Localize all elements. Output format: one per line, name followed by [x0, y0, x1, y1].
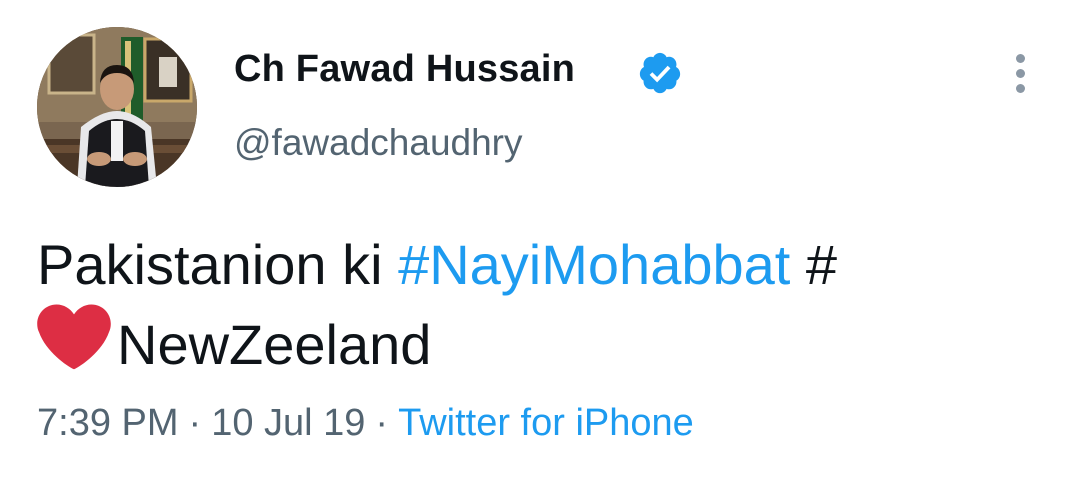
- tweet-text-segment: Pakistanion ki: [37, 233, 399, 296]
- more-dot: [1015, 69, 1025, 78]
- hashtag-link[interactable]: #NayiMohabbat: [398, 233, 790, 296]
- tweet-text-line-1: Pakistanion ki #NayiMohabbat #: [37, 226, 1037, 304]
- avatar[interactable]: [37, 27, 197, 187]
- red-heart-icon: [37, 304, 111, 370]
- more-dot: [1015, 54, 1025, 63]
- verified-badge-icon: [639, 52, 681, 94]
- tweet-date[interactable]: 10 Jul 19: [211, 402, 365, 444]
- tweet-text: Pakistanion ki #NayiMohabbat # NewZeelan…: [37, 226, 1037, 384]
- meta-separator: ·: [188, 402, 202, 444]
- tweet-text-segment: #: [790, 233, 838, 296]
- tweet-source[interactable]: Twitter for iPhone: [398, 402, 694, 444]
- more-dot: [1015, 84, 1025, 93]
- tweet-card: Ch Fawad Hussain @fawadchaudhry Pakistan…: [0, 0, 1080, 485]
- tweet-text-segment: NewZeeland: [117, 313, 432, 376]
- display-name[interactable]: Ch Fawad Hussain: [234, 48, 575, 91]
- meta-separator: ·: [375, 402, 389, 444]
- tweet-time[interactable]: 7:39 PM: [37, 402, 179, 444]
- user-handle[interactable]: @fawadchaudhry: [234, 122, 523, 164]
- tweet-metadata: 7:39 PM · 10 Jul 19 · Twitter for iPhone: [37, 402, 694, 445]
- tweet-text-line-2: NewZeeland: [37, 304, 1037, 384]
- avatar-photo: [37, 27, 197, 187]
- more-options-icon[interactable]: [1008, 54, 1032, 96]
